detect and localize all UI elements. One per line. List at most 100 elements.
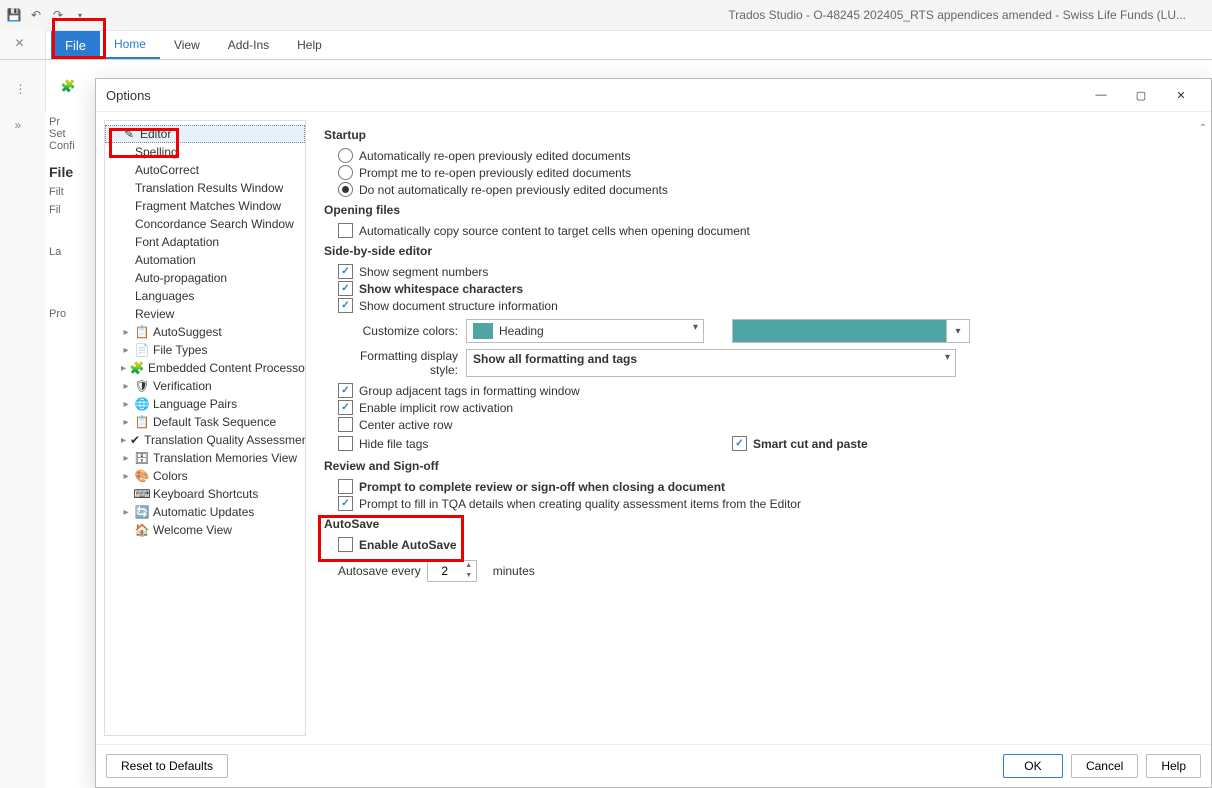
tree-trans-results[interactable]: Translation Results Window bbox=[105, 179, 305, 197]
autosave-heading: AutoSave bbox=[324, 517, 1197, 531]
ok-button[interactable]: OK bbox=[1003, 754, 1063, 778]
tree-autocorrect[interactable]: AutoCorrect bbox=[105, 161, 305, 179]
stub-filt: Filt bbox=[49, 186, 99, 198]
tree-tqa[interactable]: ▸✔Translation Quality Assessment bbox=[105, 431, 305, 449]
format-display-select[interactable]: Show all formatting and tags bbox=[466, 349, 956, 377]
review-heading: Review and Sign-off bbox=[324, 459, 1197, 473]
tree-autoupdate[interactable]: ▸🔄Automatic Updates bbox=[105, 503, 305, 521]
update-icon: 🔄 bbox=[135, 505, 149, 519]
spin-up-icon[interactable]: ▲ bbox=[462, 561, 476, 571]
tree-filetypes[interactable]: ▸📄File Types bbox=[105, 341, 305, 359]
pencil-icon: ✎ bbox=[122, 127, 136, 141]
doc-icon: 📄 bbox=[135, 343, 149, 357]
expand-icon[interactable]: ▸ bbox=[121, 327, 131, 338]
dialog-title: Options bbox=[106, 88, 151, 103]
color-picker[interactable]: ▾ bbox=[732, 319, 970, 343]
stub-pr: Pr bbox=[49, 116, 99, 128]
chk-prompt-tqa[interactable] bbox=[338, 496, 353, 511]
expand-icon[interactable]: ▸ bbox=[121, 507, 131, 518]
expand-icon[interactable]: ▸ bbox=[121, 399, 131, 410]
tree-langpairs[interactable]: ▸🌐Language Pairs bbox=[105, 395, 305, 413]
home-icon: 🏠 bbox=[135, 523, 149, 537]
chk-center-row[interactable] bbox=[338, 417, 353, 432]
expand-icon[interactable]: » bbox=[15, 118, 31, 134]
tree-colors[interactable]: ▸🎨Colors bbox=[105, 467, 305, 485]
menu-dots-icon[interactable]: ⋮ bbox=[15, 82, 31, 98]
tree-verification[interactable]: ▸🛡Verification bbox=[105, 377, 305, 395]
scroll-up-icon[interactable]: ⌃ bbox=[1197, 122, 1209, 134]
radio-donot-reopen[interactable] bbox=[338, 182, 353, 197]
expand-icon[interactable]: ▸ bbox=[121, 345, 131, 356]
tree-concordance[interactable]: Concordance Search Window bbox=[105, 215, 305, 233]
expand-icon[interactable]: ▸ bbox=[121, 417, 131, 428]
qat-down-icon[interactable]: ▾ bbox=[72, 7, 88, 23]
chk-copy-source[interactable] bbox=[338, 223, 353, 238]
chk-prompt-complete[interactable] bbox=[338, 479, 353, 494]
tree-automation[interactable]: Automation bbox=[105, 251, 305, 269]
chk-whitespace[interactable] bbox=[338, 281, 353, 296]
view-tab[interactable]: View bbox=[160, 31, 214, 59]
tree-fragment-matches[interactable]: Fragment Matches Window bbox=[105, 197, 305, 215]
autosave-minutes-input[interactable] bbox=[428, 561, 462, 581]
radio-prompt-reopen[interactable] bbox=[338, 165, 353, 180]
check-icon: ✔ bbox=[130, 433, 140, 447]
db-icon: 🗄 bbox=[135, 451, 149, 465]
tree-keyboard[interactable]: ⌨Keyboard Shortcuts bbox=[105, 485, 305, 503]
stub-fil: Fil bbox=[49, 204, 99, 216]
options-tree[interactable]: ✎Editor Spelling AutoCorrect Translation… bbox=[104, 120, 306, 736]
autosave-every-label: Autosave every bbox=[338, 564, 421, 578]
close-button[interactable]: ✕ bbox=[1161, 79, 1201, 111]
tree-autoprop[interactable]: Auto-propagation bbox=[105, 269, 305, 287]
file-tab[interactable]: File bbox=[51, 31, 100, 59]
radio-auto-reopen[interactable] bbox=[338, 148, 353, 163]
qat-redo-icon[interactable]: ↷ bbox=[50, 7, 66, 23]
tree-ecp[interactable]: ▸🧩Embedded Content Processors bbox=[105, 359, 305, 377]
options-content: ⌃ Startup Automatically re-open previous… bbox=[306, 112, 1211, 744]
tree-review[interactable]: Review bbox=[105, 305, 305, 323]
tree-dts[interactable]: ▸📋Default Task Sequence bbox=[105, 413, 305, 431]
chk-docstruct[interactable] bbox=[338, 298, 353, 313]
expand-icon[interactable]: ▸ bbox=[121, 471, 131, 482]
help-button[interactable]: Help bbox=[1146, 754, 1201, 778]
shield-icon: 🛡 bbox=[135, 379, 149, 393]
stub-pro: Pro bbox=[49, 308, 99, 320]
expand-icon[interactable]: ▸ bbox=[121, 435, 126, 446]
autosave-minutes-spinner[interactable]: ▲▼ bbox=[427, 560, 477, 582]
tree-spelling[interactable]: Spelling bbox=[105, 143, 305, 161]
tree-font-adapt[interactable]: Font Adaptation bbox=[105, 233, 305, 251]
chk-hide-tags[interactable] bbox=[338, 436, 353, 451]
minimize-button[interactable]: — bbox=[1081, 79, 1121, 111]
expand-icon[interactable]: ▸ bbox=[121, 453, 131, 464]
tree-editor[interactable]: ✎Editor bbox=[105, 125, 305, 143]
cancel-button[interactable]: Cancel bbox=[1071, 754, 1138, 778]
customize-colors-label: Customize colors: bbox=[338, 324, 458, 338]
addins-tab[interactable]: Add-Ins bbox=[214, 31, 283, 59]
customize-colors-select[interactable]: Heading bbox=[466, 319, 704, 343]
chk-smart-cut[interactable] bbox=[732, 436, 747, 451]
opening-heading: Opening files bbox=[324, 203, 1197, 217]
embed-icon: 🧩 bbox=[130, 361, 144, 375]
home-tab[interactable]: Home bbox=[100, 31, 160, 59]
maximize-button[interactable]: ▢ bbox=[1121, 79, 1161, 111]
spin-down-icon[interactable]: ▼ bbox=[462, 571, 476, 581]
expand-icon[interactable]: ▸ bbox=[121, 381, 131, 392]
chk-group-tags[interactable] bbox=[338, 383, 353, 398]
chk-seg-numbers[interactable] bbox=[338, 264, 353, 279]
qat-undo-icon[interactable]: ↶ bbox=[28, 7, 44, 23]
color-swatch-icon bbox=[473, 323, 493, 339]
chk-enable-autosave[interactable] bbox=[338, 537, 353, 552]
stub-la: La bbox=[49, 246, 99, 258]
tree-welcome[interactable]: 🏠Welcome View bbox=[105, 521, 305, 539]
format-display-label: Formatting display style: bbox=[338, 349, 458, 377]
help-tab[interactable]: Help bbox=[283, 31, 336, 59]
reset-defaults-button[interactable]: Reset to Defaults bbox=[106, 754, 228, 778]
qat-save-icon[interactable]: 💾 bbox=[6, 7, 22, 23]
tree-languages[interactable]: Languages bbox=[105, 287, 305, 305]
tree-autosuggest[interactable]: ▸📋AutoSuggest bbox=[105, 323, 305, 341]
expand-icon[interactable]: ▸ bbox=[121, 363, 126, 374]
ribbon-prev-icon[interactable]: 🧩 bbox=[60, 78, 76, 94]
sbs-heading: Side-by-side editor bbox=[324, 244, 1197, 258]
chk-implicit-row[interactable] bbox=[338, 400, 353, 415]
stub-set: Set bbox=[49, 128, 99, 140]
tree-tmv[interactable]: ▸🗄Translation Memories View bbox=[105, 449, 305, 467]
